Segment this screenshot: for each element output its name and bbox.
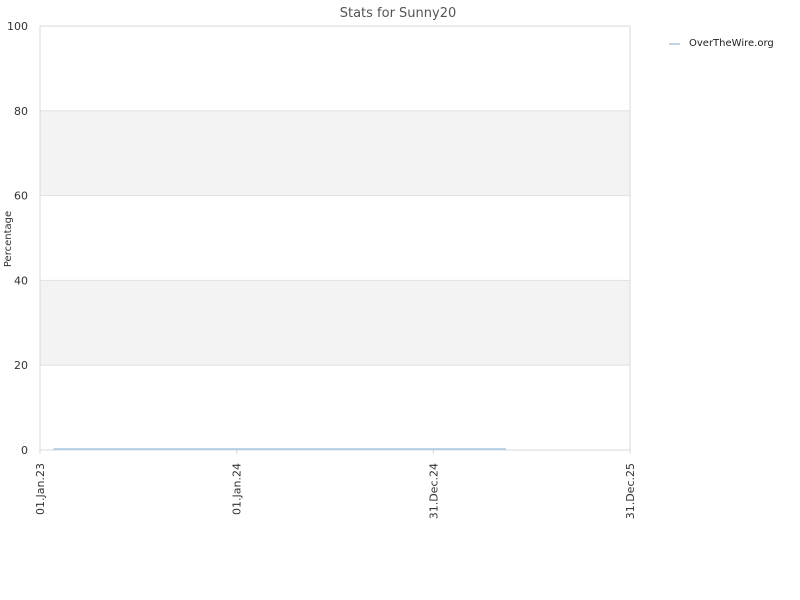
legend: OverTheWire.org (669, 38, 774, 49)
grid-band (40, 26, 630, 111)
x-axis-ticks: 01.Jan.23 01.Jan.24 31.Dec.24 31.Dec.25 (34, 450, 637, 519)
stats-chart: Stats for Sunny20 0 20 40 60 80 100 01.Jan.23… (3, 6, 774, 519)
y-tick-label: 20 (14, 359, 28, 372)
x-tick-label: 31.Dec.25 (624, 463, 637, 519)
chart-title: Stats for Sunny20 (340, 6, 457, 21)
y-tick-label: 0 (21, 444, 28, 457)
legend-item-label: OverTheWire.org (689, 38, 774, 49)
grid-band (40, 365, 630, 450)
y-tick-label: 100 (7, 20, 28, 33)
y-tick-label: 80 (14, 105, 28, 118)
grid-band (40, 280, 630, 366)
grid-bands (40, 26, 630, 450)
y-axis-label: Percentage (3, 211, 14, 267)
y-tick-label: 60 (14, 190, 28, 203)
x-tick-label: 31.Dec.24 (427, 463, 440, 519)
x-tick-label: 01.Jan.23 (34, 463, 47, 515)
grid-band (40, 110, 630, 196)
x-tick-label: 01.Jan.24 (231, 463, 244, 515)
y-tick-label: 40 (14, 274, 28, 287)
grid-band (40, 195, 630, 281)
